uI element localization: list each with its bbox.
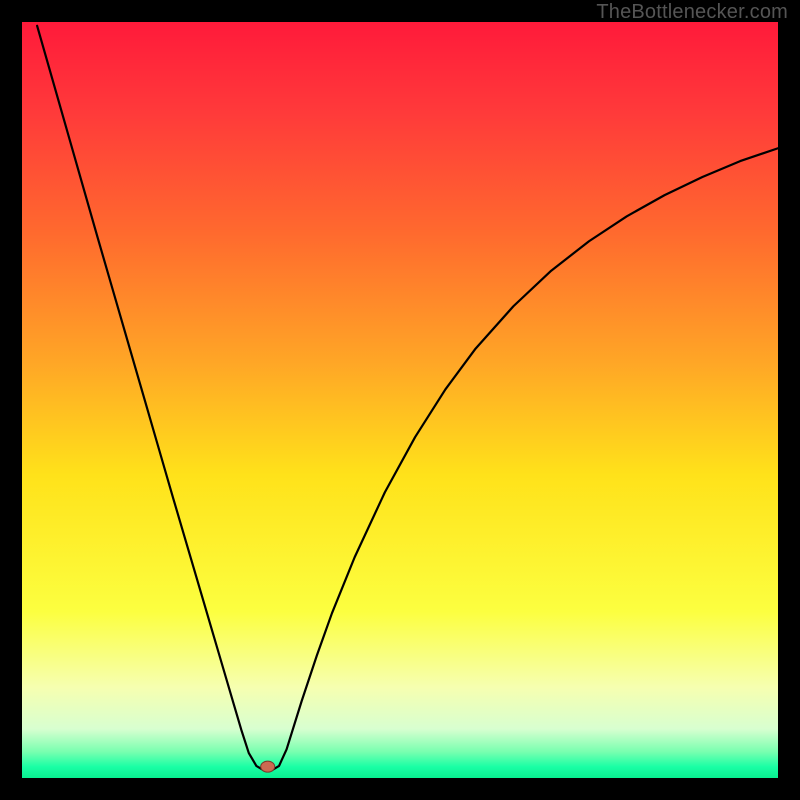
optimal-point-marker xyxy=(261,761,275,772)
watermark-text: TheBottlenecker.com xyxy=(596,1,788,24)
chart-frame xyxy=(22,22,778,778)
bottleneck-chart xyxy=(22,22,778,778)
gradient-background xyxy=(22,22,778,778)
